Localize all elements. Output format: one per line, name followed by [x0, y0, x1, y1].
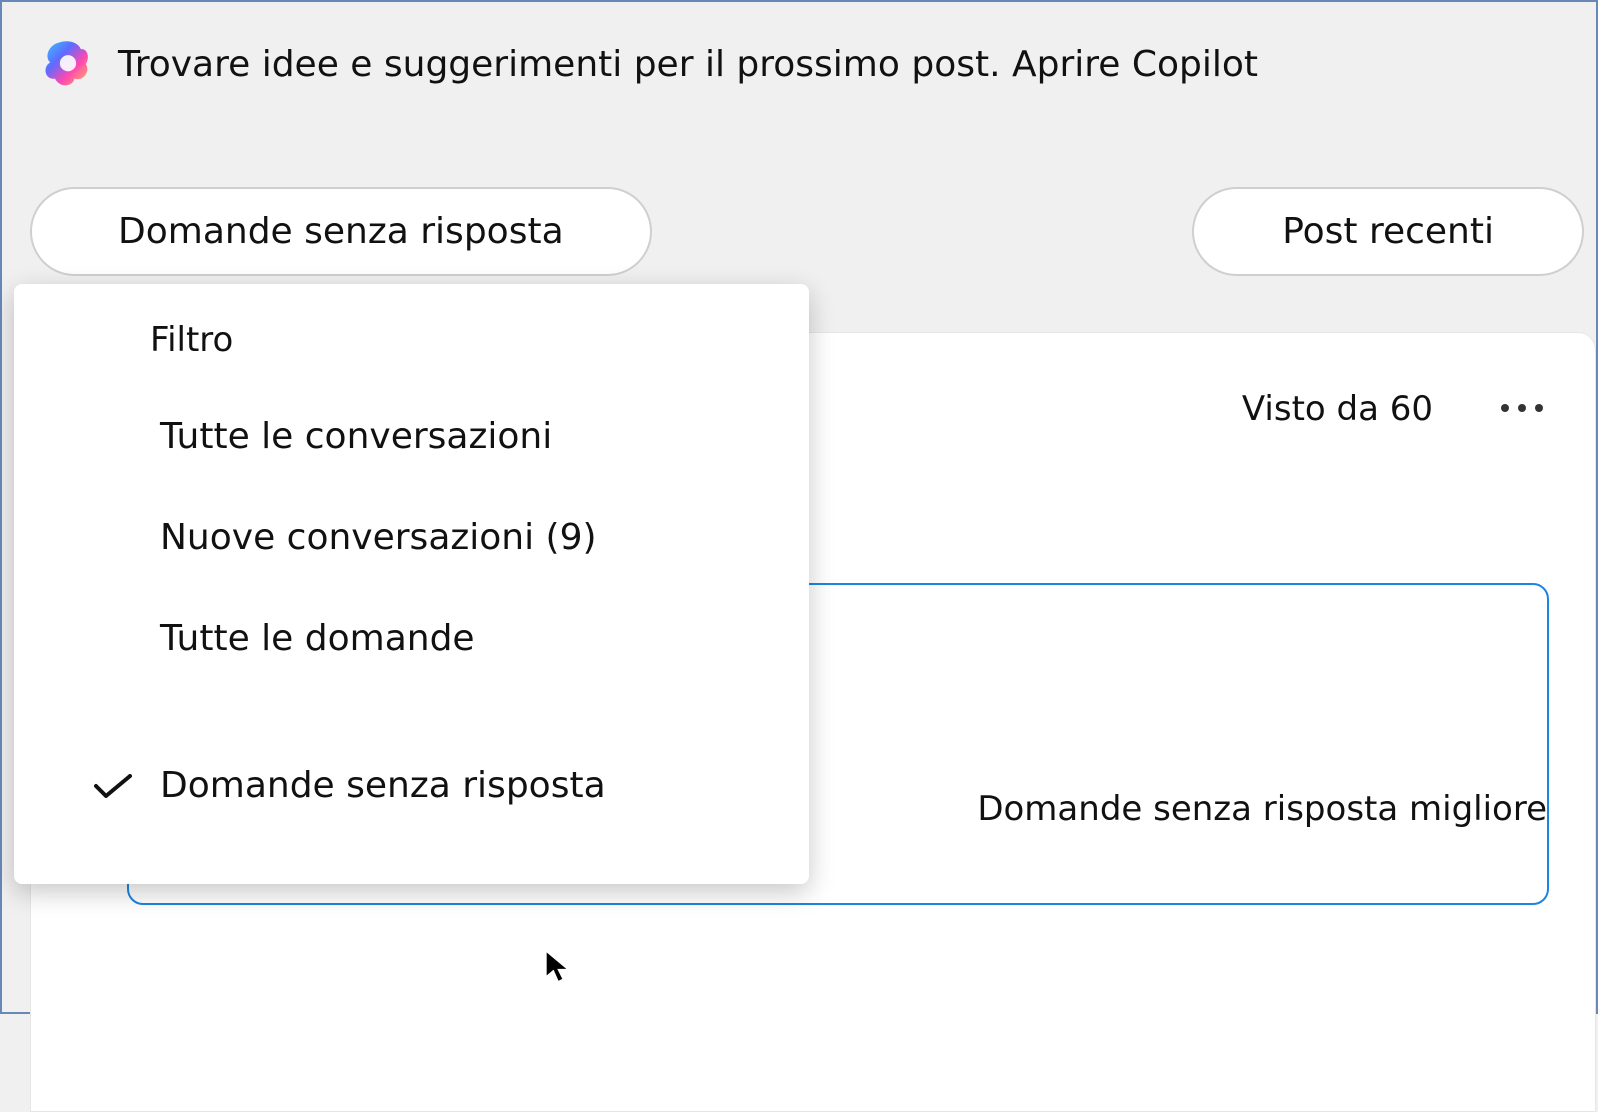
answer-tag: Domande senza risposta migliore: [977, 789, 1547, 829]
filter-item-label: Tutte le conversazioni: [160, 416, 552, 457]
filter-item-all-questions[interactable]: Tutte le domande: [14, 588, 809, 689]
tab-recent-posts[interactable]: Post recenti: [1192, 187, 1584, 276]
more-icon[interactable]: [1501, 404, 1543, 414]
seen-count: Visto da 60: [1242, 389, 1433, 429]
check-icon: [94, 774, 132, 798]
filter-dropdown: Filtro Tutte le conversazioni Nuove conv…: [14, 284, 809, 884]
copilot-banner[interactable]: Trovare idee e suggerimenti per il pross…: [2, 2, 1596, 90]
filter-header: Filtro: [14, 302, 809, 386]
filter-item-unanswered-questions[interactable]: Domande senza risposta: [14, 735, 809, 836]
filter-item-new-conversations[interactable]: Nuove conversazioni (9): [14, 487, 809, 588]
copilot-icon: [42, 38, 94, 90]
filter-item-all-conversations[interactable]: Tutte le conversazioni: [14, 386, 809, 487]
filter-item-label: Nuove conversazioni (9): [160, 517, 597, 558]
tab-unanswered-questions[interactable]: Domande senza risposta: [30, 187, 652, 276]
copilot-text: Trovare idee e suggerimenti per il pross…: [118, 44, 1258, 85]
filter-item-label: Tutte le domande: [160, 618, 475, 659]
filter-item-label: Domande senza risposta: [160, 765, 606, 806]
tab-row: Domande senza risposta Post recenti: [30, 187, 1584, 276]
